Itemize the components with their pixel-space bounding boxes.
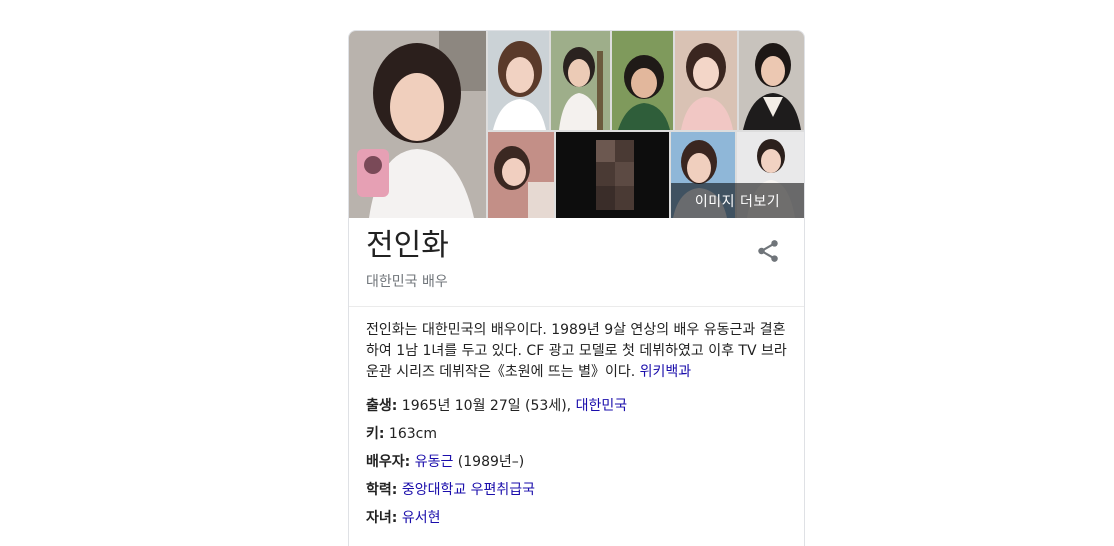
fact-label: 배우자: [366,454,411,470]
description-text: 전인화는 대한민국의 배우이다. 1989년 9살 연상의 배우 유동근과 결혼… [366,322,787,380]
share-button[interactable] [755,238,781,264]
image-grid: 이미지 더보기 [349,31,804,218]
photo-thumbnail[interactable] [612,31,673,130]
fact-label: 출생: [366,398,398,414]
fact-born: 출생: 1965년 10월 27일 (53세), 대한민국 [366,396,787,416]
fact-value: (1989년–) [453,454,525,470]
fact-label: 자녀: [366,510,398,526]
panel-body: 전인화는 대한민국의 배우이다. 1989년 9살 연상의 배우 유동근과 결혼… [349,307,804,528]
description: 전인화는 대한민국의 배우이다. 1989년 9살 연상의 배우 유동근과 결혼… [366,320,787,383]
fact-value: 1965년 10월 27일 (53세), [397,398,576,414]
fact-children: 자녀: 유서현 [366,508,787,528]
entity-title: 전인화 [366,228,449,263]
knowledge-panel: 이미지 더보기 전인화 대한민국 배우 전인화는 대한민국의 배우이다. 198… [348,30,805,546]
photo-thumbnail[interactable] [551,31,610,130]
fact-link[interactable]: 중앙대학교 우편취급국 [402,482,535,498]
photo-thumbnail[interactable] [488,132,554,218]
fact-link[interactable]: 유동근 [415,454,454,470]
entity-header: 전인화 대한민국 배우 [349,218,804,307]
fact-link[interactable]: 대한민국 [576,398,628,414]
fact-height: 키: 163cm [366,424,787,444]
fact-education: 학력: 중앙대학교 우편취급국 [366,480,787,500]
photo-thumbnail[interactable] [739,31,804,130]
entity-subtitle: 대한민국 배우 [366,274,448,290]
photo-thumbnail[interactable] [675,31,737,130]
fact-label: 키: [366,426,385,442]
photo-thumbnail[interactable] [488,31,549,130]
wikipedia-link[interactable]: 위키백과 [640,364,692,380]
share-icon [758,240,778,262]
more-images-button[interactable]: 이미지 더보기 [671,183,804,218]
fact-value: 163cm [384,426,437,442]
main-photo[interactable] [349,31,486,218]
more-images-label: 이미지 더보기 [694,193,781,210]
fact-link[interactable]: 유서현 [402,510,441,526]
fact-spouse: 배우자: 유동근 (1989년–) [366,452,787,472]
photo-thumbnail[interactable] [556,132,669,218]
fact-label: 학력: [366,482,398,498]
